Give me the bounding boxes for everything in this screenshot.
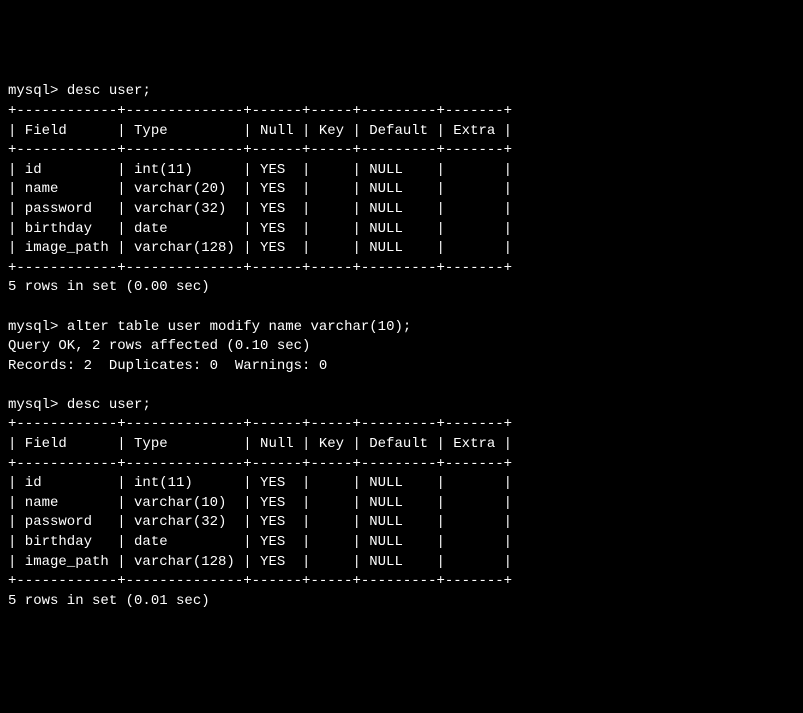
table-border: +------------+--------------+------+----… — [8, 142, 512, 158]
table-border: +------------+--------------+------+----… — [8, 416, 512, 432]
table-border: +------------+--------------+------+----… — [8, 103, 512, 119]
mysql-prompt: mysql> — [8, 397, 58, 413]
table-row: | image_path | varchar(128) | YES | | NU… — [8, 554, 512, 570]
table-row: | birthday | date | YES | | NULL | | — [8, 221, 512, 237]
table-row: | name | varchar(10) | YES | | NULL | | — [8, 495, 512, 511]
table-row: | id | int(11) | YES | | NULL | | — [8, 475, 512, 491]
command-desc-user-2: desc user; — [67, 397, 151, 413]
table-row: | name | varchar(20) | YES | | NULL | | — [8, 181, 512, 197]
table-border: +------------+--------------+------+----… — [8, 573, 512, 589]
table-header: | Field | Type | Null | Key | Default | … — [8, 123, 512, 139]
table-header: | Field | Type | Null | Key | Default | … — [8, 436, 512, 452]
records-line: Records: 2 Duplicates: 0 Warnings: 0 — [8, 358, 327, 374]
table-row: | password | varchar(32) | YES | | NULL … — [8, 201, 512, 217]
table-row: | id | int(11) | YES | | NULL | | — [8, 162, 512, 178]
table-border: +------------+--------------+------+----… — [8, 456, 512, 472]
terminal-output: mysql> desc user; +------------+--------… — [8, 82, 795, 611]
table-row: | image_path | varchar(128) | YES | | NU… — [8, 240, 512, 256]
result-summary: 5 rows in set (0.01 sec) — [8, 593, 210, 609]
table-border: +------------+--------------+------+----… — [8, 260, 512, 276]
command-desc-user-1: desc user; — [67, 83, 151, 99]
result-summary: 5 rows in set (0.00 sec) — [8, 279, 210, 295]
table-row: | password | varchar(32) | YES | | NULL … — [8, 514, 512, 530]
query-ok-line: Query OK, 2 rows affected (0.10 sec) — [8, 338, 310, 354]
command-alter-table: alter table user modify name varchar(10)… — [67, 319, 411, 335]
mysql-prompt: mysql> — [8, 83, 58, 99]
table-row: | birthday | date | YES | | NULL | | — [8, 534, 512, 550]
mysql-prompt: mysql> — [8, 319, 58, 335]
